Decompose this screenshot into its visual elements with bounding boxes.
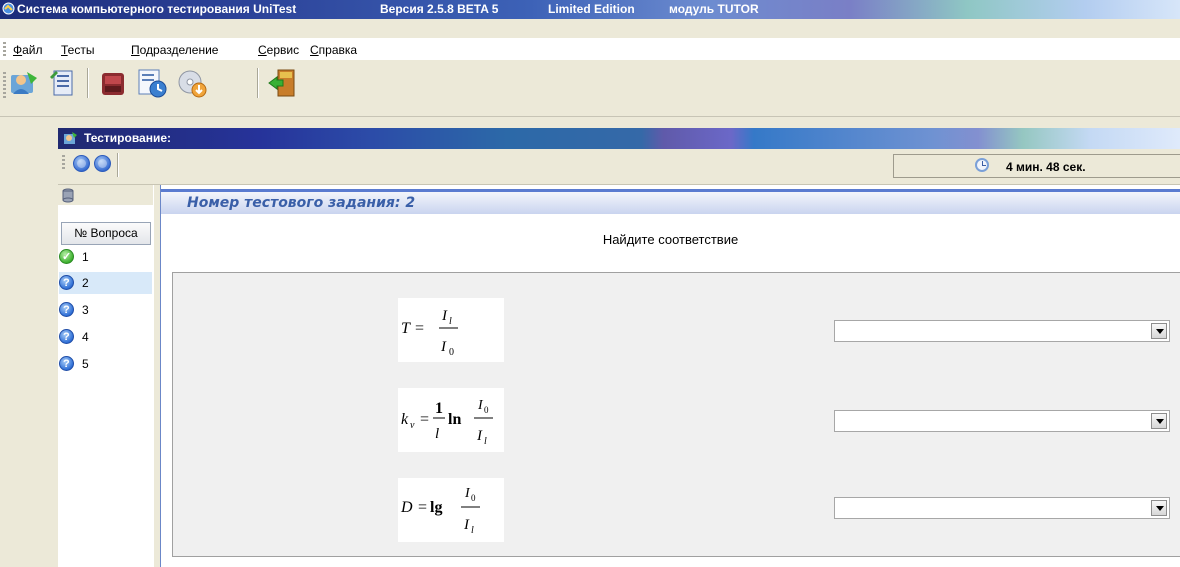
menu-help[interactable]: Справка <box>310 43 357 57</box>
testing-window-title: Тестирование: <box>84 131 172 145</box>
question-number: 2 <box>82 276 89 290</box>
users-icon <box>11 72 37 94</box>
formula-1-num: I <box>441 308 448 324</box>
formula-absorption-coefficient: k ν = 1 l ln I 0 I l <box>398 388 504 452</box>
window-title-bar: Система компьютерного тестирования UniTe… <box>0 0 1180 19</box>
panel-splitter[interactable] <box>153 185 161 567</box>
testing-window-icon <box>64 132 77 144</box>
formula-3-frac-num: I <box>464 486 471 501</box>
formula-3-frac-den: I <box>463 517 470 533</box>
navbar-grip[interactable] <box>62 155 65 171</box>
app-logo-icon <box>2 2 15 15</box>
title-module: модуль TUTOR <box>669 2 759 16</box>
formula-2-frac-num-sub: 0 <box>484 405 489 415</box>
toolbar-separator <box>257 68 259 98</box>
dropdown-arrow-icon[interactable] <box>1151 413 1167 429</box>
exit-button[interactable] <box>265 65 301 101</box>
svg-text:=: = <box>418 499 427 516</box>
formula-2-lhs-sub: ν <box>410 420 415 431</box>
question-number-column-header[interactable]: № Вопроса <box>61 222 151 245</box>
unanswered-question-icon <box>59 326 74 348</box>
testing-window-title-bar: Тестирование: <box>58 128 1180 149</box>
title-version: Версия 2.5.8 BETA 5 <box>380 2 499 16</box>
menu-bar <box>0 19 1180 38</box>
formula-3-lhs: D <box>400 499 413 516</box>
answer-select-1[interactable] <box>834 320 1170 342</box>
dropdown-arrow-icon[interactable] <box>1151 323 1167 339</box>
question-row[interactable]: 5 <box>59 353 152 375</box>
title-app-name: Система компьютерного тестирования UniTe… <box>17 2 297 16</box>
formula-optical-density: D = lg I 0 I l <box>398 478 504 542</box>
database-icon <box>62 188 74 203</box>
answer-select-3[interactable] <box>834 497 1170 519</box>
dropdown-arrow-icon[interactable] <box>1151 500 1167 516</box>
formula-2-coef-num: 1 <box>435 400 443 417</box>
task-number-label: Номер тестового задания: <box>187 195 401 211</box>
formula-3-frac-den-sub: l <box>471 525 474 536</box>
question-number: 4 <box>82 330 89 344</box>
prev-question-button[interactable] <box>73 155 90 172</box>
menu-department[interactable]: Подразделение <box>131 43 218 57</box>
menu-file[interactable]: Файл <box>13 43 43 57</box>
formula-1-den: I <box>440 339 447 355</box>
test-list-icon <box>50 70 73 96</box>
question-number: 3 <box>82 303 89 317</box>
formula-transmittance: T = I l I 0 <box>398 298 504 362</box>
svg-text:=: = <box>415 320 424 337</box>
next-question-button[interactable] <box>94 155 111 172</box>
schedule-icon <box>138 69 167 98</box>
formula-2-func: ln <box>448 411 461 428</box>
question-number: 5 <box>82 357 89 371</box>
question-row[interactable]: 4 <box>59 326 152 348</box>
question-list-header-bar <box>58 185 153 205</box>
svg-text:=: = <box>420 411 429 428</box>
formula-2-frac-num: I <box>477 398 484 413</box>
toolbar-separator <box>87 68 89 98</box>
task-number-value: 2 <box>405 195 416 211</box>
formula-2-frac-den-sub: l <box>484 436 487 447</box>
cd-install-icon <box>178 70 207 98</box>
users-button[interactable] <box>6 65 42 101</box>
formula-1-lhs: T <box>401 320 411 337</box>
navbar-separator <box>117 153 119 177</box>
unanswered-question-icon <box>59 272 74 294</box>
formula-2-frac-den: I <box>476 428 483 444</box>
formula-3-frac-num-sub: 0 <box>471 493 476 503</box>
exit-door-icon <box>268 69 295 97</box>
question-row-selected[interactable]: 2 <box>59 272 152 294</box>
clock-icon <box>975 158 989 172</box>
install-button[interactable] <box>174 65 210 101</box>
menu-service[interactable]: Сервис <box>258 43 299 57</box>
tests-button[interactable] <box>44 65 80 101</box>
answered-check-icon <box>59 246 74 268</box>
formula-2-coef-den: l <box>435 426 439 442</box>
menu-grip[interactable] <box>3 42 6 58</box>
formula-1-num-sub: l <box>449 316 452 327</box>
formula-2-lhs: k <box>401 411 409 428</box>
unanswered-question-icon <box>59 353 74 375</box>
task-question-text: Найдите соответствие <box>602 232 739 247</box>
question-number: 1 <box>82 250 89 264</box>
formula-3-func: lg <box>430 499 442 516</box>
formula-1-den-sub: 0 <box>449 347 454 358</box>
title-edition: Limited Edition <box>548 2 635 16</box>
question-row[interactable]: 3 <box>59 299 152 321</box>
answer-select-2[interactable] <box>834 410 1170 432</box>
unanswered-question-icon <box>59 299 74 321</box>
question-row[interactable]: 1 <box>59 246 152 268</box>
task-number-heading: Номер тестового задания: 2 <box>187 195 415 211</box>
archive-icon <box>102 73 124 95</box>
archive-button[interactable] <box>95 65 131 101</box>
menu-tests[interactable]: Тесты <box>61 43 94 57</box>
timer-value: 4 мин. 48 сек. <box>1006 160 1086 174</box>
schedule-button[interactable] <box>134 65 170 101</box>
